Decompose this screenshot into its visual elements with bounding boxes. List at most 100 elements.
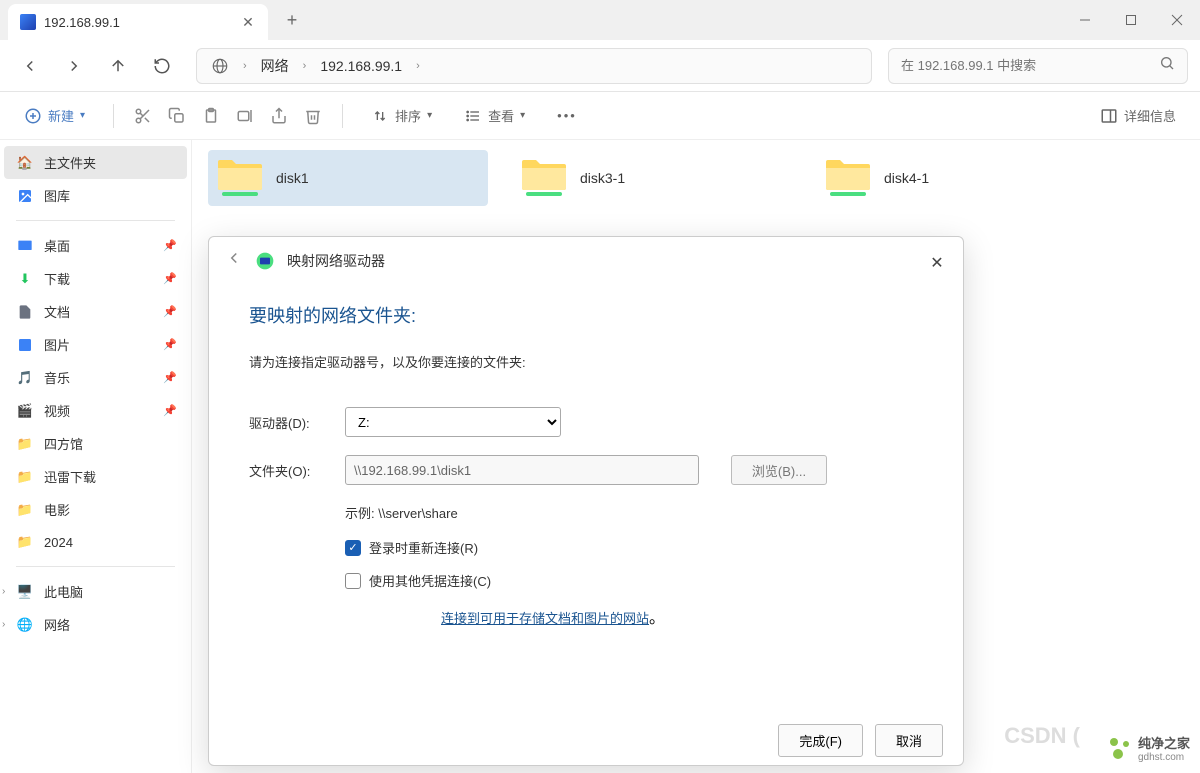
storage-website-link[interactable]: 连接到可用于存储文档和图片的网站 bbox=[441, 611, 649, 626]
sidebar-item-label: 音乐 bbox=[44, 368, 70, 387]
divider bbox=[342, 104, 343, 128]
sidebar-item-music[interactable]: 🎵音乐📌 bbox=[4, 361, 187, 394]
window-controls bbox=[1062, 4, 1200, 36]
sidebar-item-label: 电影 bbox=[44, 500, 70, 519]
more-button[interactable]: ••• bbox=[549, 102, 585, 129]
sidebar: 🏠主文件夹 图库 桌面 📌 ⬇下载📌 文档📌 图片📌 🎵音乐📌 🎬视频📌 📁四方馆… bbox=[0, 140, 192, 773]
sidebar-item-documents[interactable]: 文档📌 bbox=[4, 295, 187, 328]
sidebar-item-label: 网络 bbox=[44, 615, 70, 634]
sort-button[interactable]: 排序 ▾ bbox=[363, 100, 440, 131]
reconnect-label: 登录时重新连接(R) bbox=[369, 538, 478, 557]
rename-button[interactable] bbox=[236, 107, 254, 125]
browser-tab[interactable]: 192.168.99.1 ✕ bbox=[8, 4, 268, 40]
watermark-csdn: CSDN ( bbox=[1004, 723, 1080, 749]
chevron-right-icon: › bbox=[412, 60, 424, 72]
folder-item[interactable]: disk3-1 bbox=[512, 150, 792, 206]
chevron-right-icon: › bbox=[2, 619, 5, 630]
dialog-body: 要映射的网络文件夹: 请为连接指定驱动器号，以及你要连接的文件夹: 驱动器(D)… bbox=[209, 284, 963, 646]
paste-button[interactable] bbox=[202, 107, 220, 125]
network-folder-icon bbox=[216, 158, 264, 198]
pin-icon: 📌 bbox=[163, 272, 177, 285]
othercred-label: 使用其他凭据连接(C) bbox=[369, 571, 491, 590]
cancel-button[interactable]: 取消 bbox=[875, 724, 943, 757]
browse-button[interactable]: 浏览(B)... bbox=[731, 455, 827, 485]
pin-icon: 📌 bbox=[163, 404, 177, 417]
folder-label: disk4-1 bbox=[884, 170, 929, 186]
sidebar-item-network[interactable]: › 🌐 网络 bbox=[4, 608, 187, 641]
breadcrumb-network[interactable]: 网络 bbox=[255, 56, 295, 76]
pin-icon: 📌 bbox=[163, 305, 177, 318]
cut-button[interactable] bbox=[134, 107, 152, 125]
folder-label: disk1 bbox=[276, 170, 309, 186]
sidebar-item-movies[interactable]: 📁 电影 bbox=[4, 493, 187, 526]
pin-icon: 📌 bbox=[163, 239, 177, 252]
dialog-close-button[interactable]: ✕ bbox=[923, 249, 951, 277]
logo-icon bbox=[1108, 736, 1132, 760]
back-button[interactable] bbox=[12, 48, 48, 84]
sidebar-item-videos[interactable]: 🎬视频📌 bbox=[4, 394, 187, 427]
network-icon: 🌐 bbox=[16, 616, 34, 634]
navbar: › 网络 › 192.168.99.1 › bbox=[0, 40, 1200, 92]
tab-close-button[interactable]: ✕ bbox=[240, 14, 256, 30]
chevron-down-icon: ▾ bbox=[80, 110, 85, 121]
folder-icon: 📁 bbox=[16, 501, 34, 519]
sidebar-item-desktop[interactable]: 桌面 📌 bbox=[4, 229, 187, 262]
sidebar-item-downloads[interactable]: ⬇下载📌 bbox=[4, 262, 187, 295]
folder-item[interactable]: disk4-1 bbox=[816, 150, 1096, 206]
plus-circle-icon bbox=[24, 107, 42, 125]
example-text: 示例: \\server\share bbox=[345, 503, 923, 522]
dialog-back-button[interactable] bbox=[225, 249, 243, 272]
sidebar-item-gallery[interactable]: 图库 bbox=[4, 179, 187, 212]
sidebar-item-xunlei[interactable]: 📁迅雷下载 bbox=[4, 460, 187, 493]
search-icon bbox=[1159, 55, 1175, 76]
delete-button[interactable] bbox=[304, 107, 322, 125]
close-button[interactable] bbox=[1154, 4, 1200, 36]
sidebar-item-thispc[interactable]: ›🖥️此电脑 bbox=[4, 575, 187, 608]
desktop-icon bbox=[16, 237, 34, 255]
search-input[interactable] bbox=[901, 58, 1159, 73]
sidebar-item-sifangguan[interactable]: 📁四方馆 bbox=[4, 427, 187, 460]
up-button[interactable] bbox=[100, 48, 136, 84]
maximize-button[interactable] bbox=[1108, 4, 1154, 36]
view-label: 查看 bbox=[488, 106, 514, 125]
finish-button[interactable]: 完成(F) bbox=[778, 724, 863, 757]
folder-input[interactable] bbox=[345, 455, 699, 485]
sidebar-item-pictures[interactable]: 图片📌 bbox=[4, 328, 187, 361]
folder-icon: 📁 bbox=[16, 468, 34, 486]
folder-label: 文件夹(O): bbox=[249, 461, 325, 480]
drive-select[interactable]: Z: bbox=[345, 407, 561, 437]
new-tab-button[interactable]: + bbox=[276, 4, 308, 36]
sidebar-item-2024[interactable]: 📁2024 bbox=[4, 526, 187, 558]
titlebar: 192.168.99.1 ✕ + bbox=[0, 0, 1200, 40]
gallery-icon bbox=[16, 187, 34, 205]
sidebar-item-label: 此电脑 bbox=[44, 582, 83, 601]
folder-item[interactable]: disk1 bbox=[208, 150, 488, 206]
sidebar-item-home[interactable]: 🏠主文件夹 bbox=[4, 146, 187, 179]
checkbox-icon[interactable] bbox=[345, 573, 361, 589]
checkbox-checked-icon[interactable]: ✓ bbox=[345, 540, 361, 556]
home-icon: 🏠 bbox=[16, 154, 34, 172]
divider bbox=[113, 104, 114, 128]
minimize-button[interactable] bbox=[1062, 4, 1108, 36]
network-drive-icon bbox=[255, 251, 275, 271]
drive-label: 驱动器(D): bbox=[249, 413, 325, 432]
refresh-button[interactable] bbox=[144, 48, 180, 84]
document-icon bbox=[16, 303, 34, 321]
address-bar[interactable]: › 网络 › 192.168.99.1 › bbox=[196, 48, 872, 84]
pc-icon: 🖥️ bbox=[16, 583, 34, 601]
reconnect-checkbox-row[interactable]: ✓ 登录时重新连接(R) bbox=[345, 538, 923, 557]
chevron-right-icon: › bbox=[299, 60, 311, 72]
forward-button[interactable] bbox=[56, 48, 92, 84]
copy-button[interactable] bbox=[168, 107, 186, 125]
sidebar-item-label: 桌面 bbox=[44, 236, 70, 255]
folder-label: disk3-1 bbox=[580, 170, 625, 186]
details-label: 详细信息 bbox=[1124, 106, 1176, 125]
view-button[interactable]: 查看 ▾ bbox=[456, 100, 533, 131]
details-button[interactable]: 详细信息 bbox=[1092, 100, 1184, 131]
breadcrumb-host[interactable]: 192.168.99.1 bbox=[314, 58, 408, 74]
othercred-checkbox-row[interactable]: 使用其他凭据连接(C) bbox=[345, 571, 923, 590]
download-icon: ⬇ bbox=[16, 270, 34, 288]
share-button[interactable] bbox=[270, 107, 288, 125]
search-box[interactable] bbox=[888, 48, 1188, 84]
new-button[interactable]: 新建 ▾ bbox=[16, 100, 93, 131]
